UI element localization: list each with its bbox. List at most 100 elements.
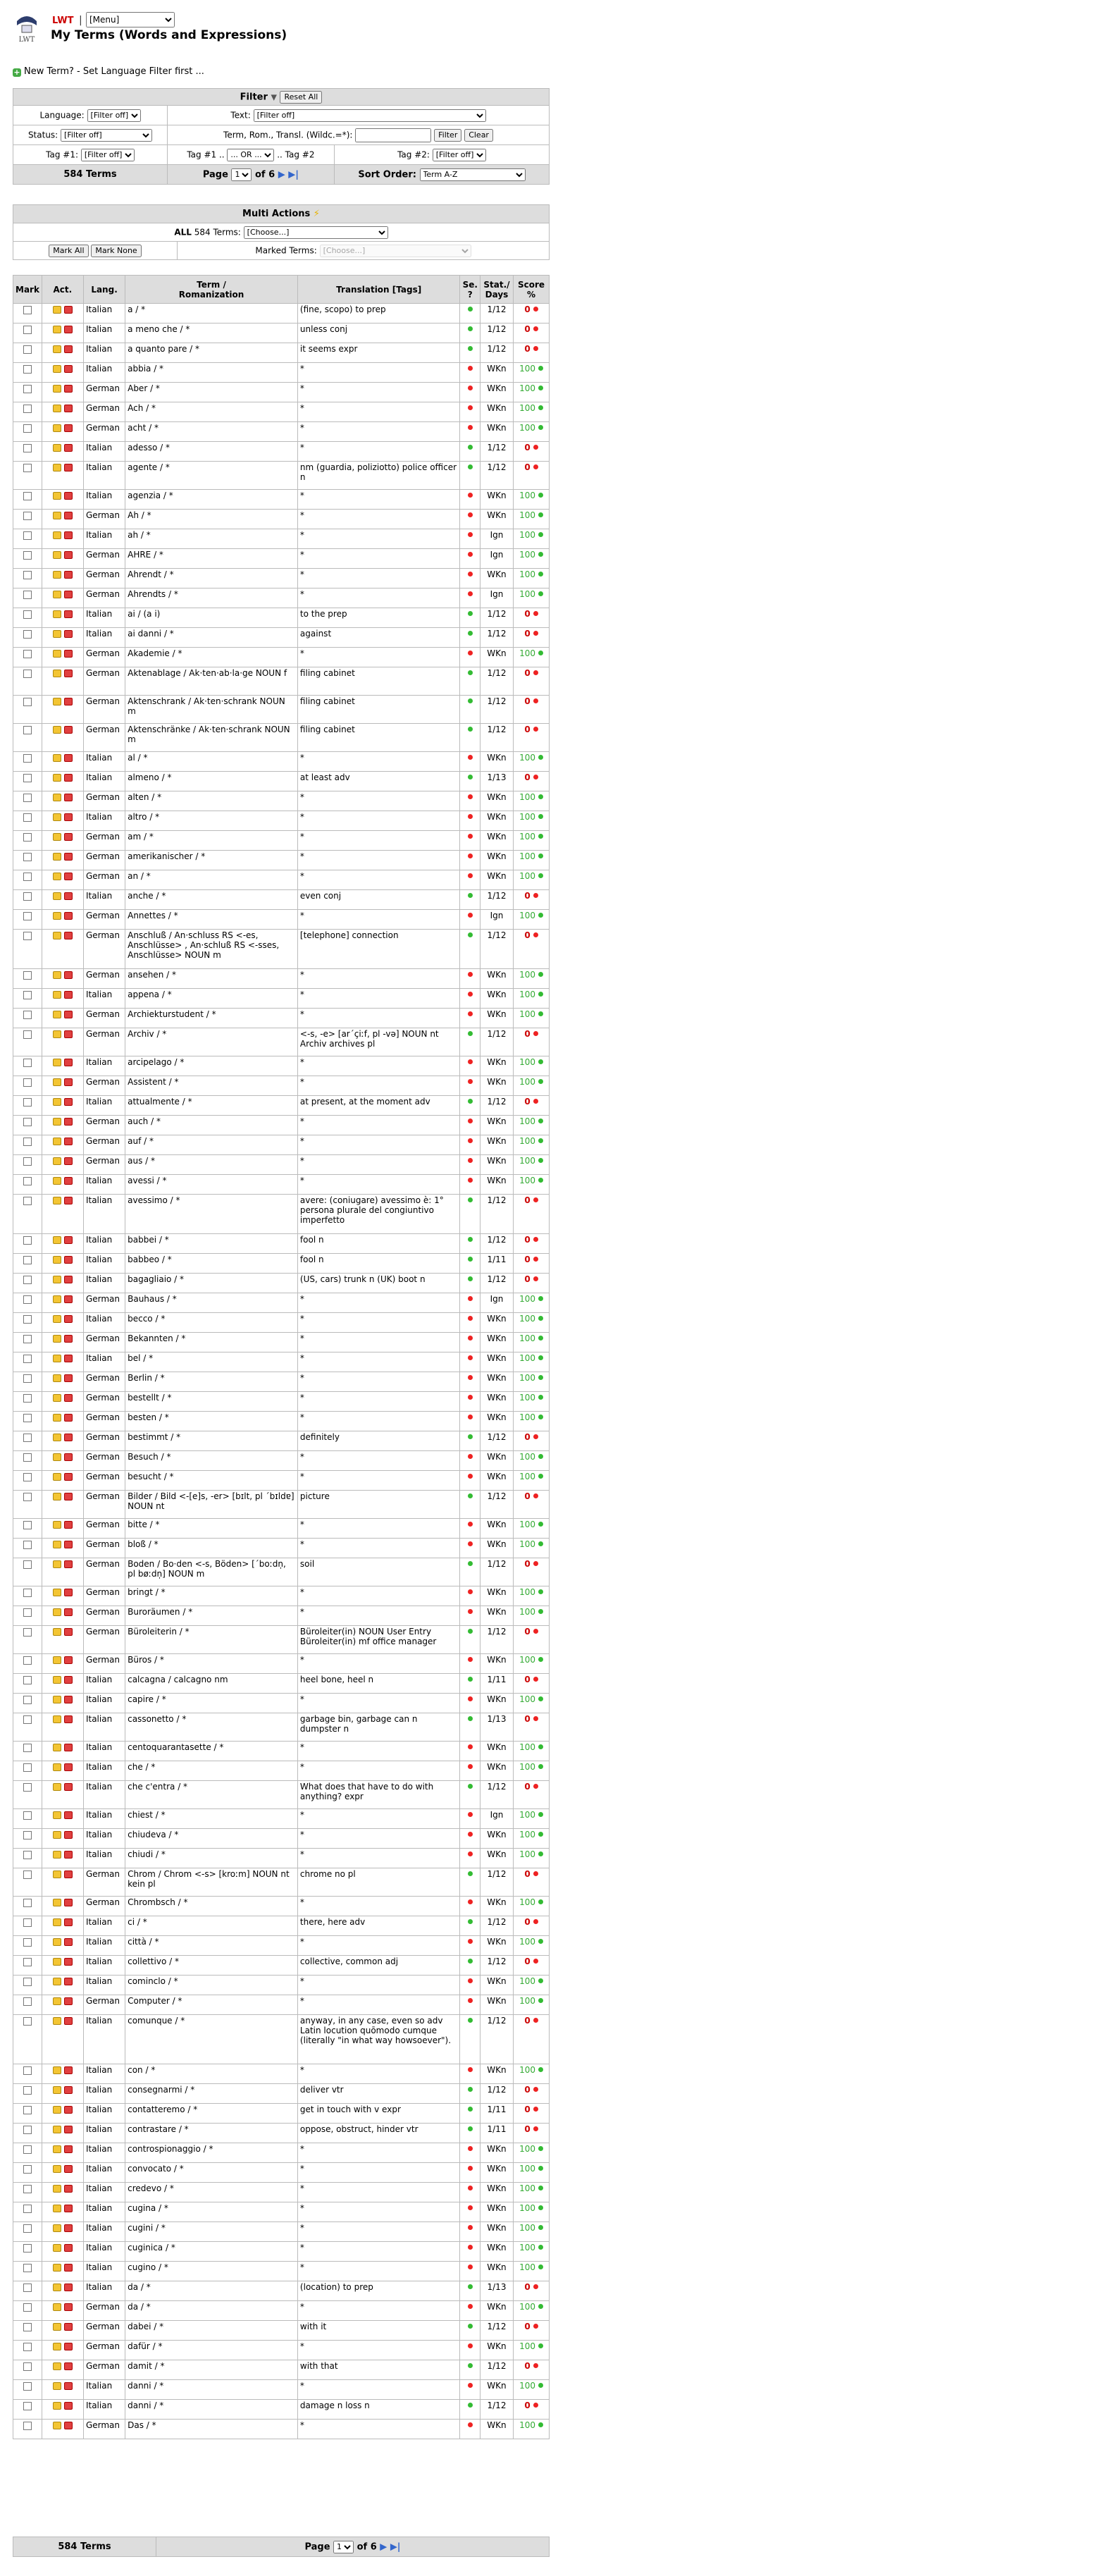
- edit-icon[interactable]: [52, 2323, 61, 2331]
- edit-icon[interactable]: [52, 1656, 61, 1664]
- mark-checkbox[interactable]: [23, 1676, 32, 1684]
- delete-icon[interactable]: [63, 853, 73, 861]
- delete-icon[interactable]: [63, 1560, 73, 1568]
- mark-checkbox[interactable]: [23, 1118, 32, 1126]
- sort-order-select[interactable]: Term A-Z: [419, 168, 526, 181]
- delete-icon[interactable]: [63, 630, 73, 638]
- edit-icon[interactable]: [52, 1676, 61, 1684]
- tag1-filter-select[interactable]: [Filter off]: [80, 148, 135, 161]
- edit-icon[interactable]: [52, 2362, 61, 2370]
- mark-checkbox[interactable]: [23, 1541, 32, 1549]
- edit-icon[interactable]: [52, 726, 61, 734]
- delete-icon[interactable]: [63, 2017, 73, 2025]
- term-filter-input[interactable]: [355, 128, 432, 142]
- edit-icon[interactable]: [52, 1958, 61, 1966]
- delete-icon[interactable]: [63, 1783, 73, 1791]
- mark-checkbox[interactable]: [23, 492, 32, 500]
- edit-icon[interactable]: [52, 1851, 61, 1859]
- delete-icon[interactable]: [63, 1744, 73, 1751]
- edit-icon[interactable]: [52, 2402, 61, 2410]
- next-page-icon[interactable]: ▶: [380, 2541, 387, 2552]
- mark-checkbox[interactable]: [23, 630, 32, 639]
- edit-icon[interactable]: [52, 444, 61, 452]
- edit-icon[interactable]: [52, 424, 61, 432]
- delete-icon[interactable]: [63, 1335, 73, 1343]
- mark-checkbox[interactable]: [23, 1560, 32, 1569]
- mark-checkbox[interactable]: [23, 1938, 32, 1947]
- delete-icon[interactable]: [63, 1978, 73, 1985]
- edit-icon[interactable]: [52, 833, 61, 841]
- edit-icon[interactable]: [52, 2165, 61, 2173]
- edit-icon[interactable]: [52, 1541, 61, 1548]
- mark-checkbox[interactable]: [23, 1098, 32, 1107]
- delete-icon[interactable]: [63, 833, 73, 841]
- edit-icon[interactable]: [52, 1030, 61, 1038]
- mark-checkbox[interactable]: [23, 1355, 32, 1363]
- mark-checkbox[interactable]: [23, 326, 32, 334]
- edit-icon[interactable]: [52, 345, 61, 353]
- clear-button[interactable]: Clear: [464, 128, 493, 142]
- mark-checkbox[interactable]: [23, 650, 32, 658]
- edit-icon[interactable]: [52, 1997, 61, 2005]
- edit-icon[interactable]: [52, 1059, 61, 1066]
- delete-icon[interactable]: [63, 551, 73, 559]
- mark-checkbox[interactable]: [23, 531, 32, 540]
- delete-icon[interactable]: [63, 892, 73, 900]
- edit-icon[interactable]: [52, 405, 61, 412]
- edit-icon[interactable]: [52, 2244, 61, 2252]
- edit-icon[interactable]: [52, 551, 61, 559]
- mark-checkbox[interactable]: [23, 853, 32, 861]
- edit-icon[interactable]: [52, 1355, 61, 1362]
- mark-checkbox[interactable]: [23, 2422, 32, 2430]
- mark-checkbox[interactable]: [23, 794, 32, 802]
- edit-icon[interactable]: [52, 774, 61, 782]
- edit-icon[interactable]: [52, 991, 61, 999]
- mark-checkbox[interactable]: [23, 1696, 32, 1704]
- delete-icon[interactable]: [63, 1851, 73, 1859]
- mark-checkbox[interactable]: [23, 2066, 32, 2075]
- edit-icon[interactable]: [52, 1978, 61, 1985]
- delete-icon[interactable]: [63, 492, 73, 500]
- edit-icon[interactable]: [52, 1744, 61, 1751]
- edit-icon[interactable]: [52, 630, 61, 638]
- delete-icon[interactable]: [63, 1628, 73, 1636]
- delete-icon[interactable]: [63, 1493, 73, 1500]
- mark-all-button[interactable]: Mark All: [49, 244, 89, 257]
- mark-checkbox[interactable]: [23, 2343, 32, 2351]
- edit-icon[interactable]: [52, 1256, 61, 1264]
- delete-icon[interactable]: [63, 932, 73, 939]
- delete-icon[interactable]: [63, 1374, 73, 1382]
- mark-checkbox[interactable]: [23, 726, 32, 734]
- edit-icon[interactable]: [52, 794, 61, 801]
- delete-icon[interactable]: [63, 1295, 73, 1303]
- delete-icon[interactable]: [63, 670, 73, 677]
- tag2-filter-select[interactable]: [Filter off]: [432, 148, 486, 161]
- edit-icon[interactable]: [52, 610, 61, 618]
- mark-checkbox[interactable]: [23, 405, 32, 413]
- mark-checkbox[interactable]: [23, 912, 32, 920]
- delete-icon[interactable]: [63, 1157, 73, 1165]
- delete-icon[interactable]: [63, 1276, 73, 1283]
- edit-icon[interactable]: [52, 1560, 61, 1568]
- edit-icon[interactable]: [52, 306, 61, 314]
- delete-icon[interactable]: [63, 1355, 73, 1362]
- mark-checkbox[interactable]: [23, 444, 32, 452]
- delete-icon[interactable]: [63, 1676, 73, 1684]
- edit-icon[interactable]: [52, 912, 61, 920]
- delete-icon[interactable]: [63, 2303, 73, 2311]
- delete-icon[interactable]: [63, 1118, 73, 1126]
- delete-icon[interactable]: [63, 1899, 73, 1906]
- edit-icon[interactable]: [52, 1453, 61, 1461]
- mark-checkbox[interactable]: [23, 1493, 32, 1501]
- edit-icon[interactable]: [52, 326, 61, 333]
- edit-icon[interactable]: [52, 2382, 61, 2390]
- edit-icon[interactable]: [52, 385, 61, 393]
- delete-icon[interactable]: [63, 2284, 73, 2291]
- delete-icon[interactable]: [63, 1078, 73, 1086]
- edit-icon[interactable]: [52, 512, 61, 519]
- mark-checkbox[interactable]: [23, 2224, 32, 2233]
- delete-icon[interactable]: [63, 1608, 73, 1616]
- edit-icon[interactable]: [52, 1078, 61, 1086]
- mark-checkbox[interactable]: [23, 892, 32, 901]
- delete-icon[interactable]: [63, 698, 73, 705]
